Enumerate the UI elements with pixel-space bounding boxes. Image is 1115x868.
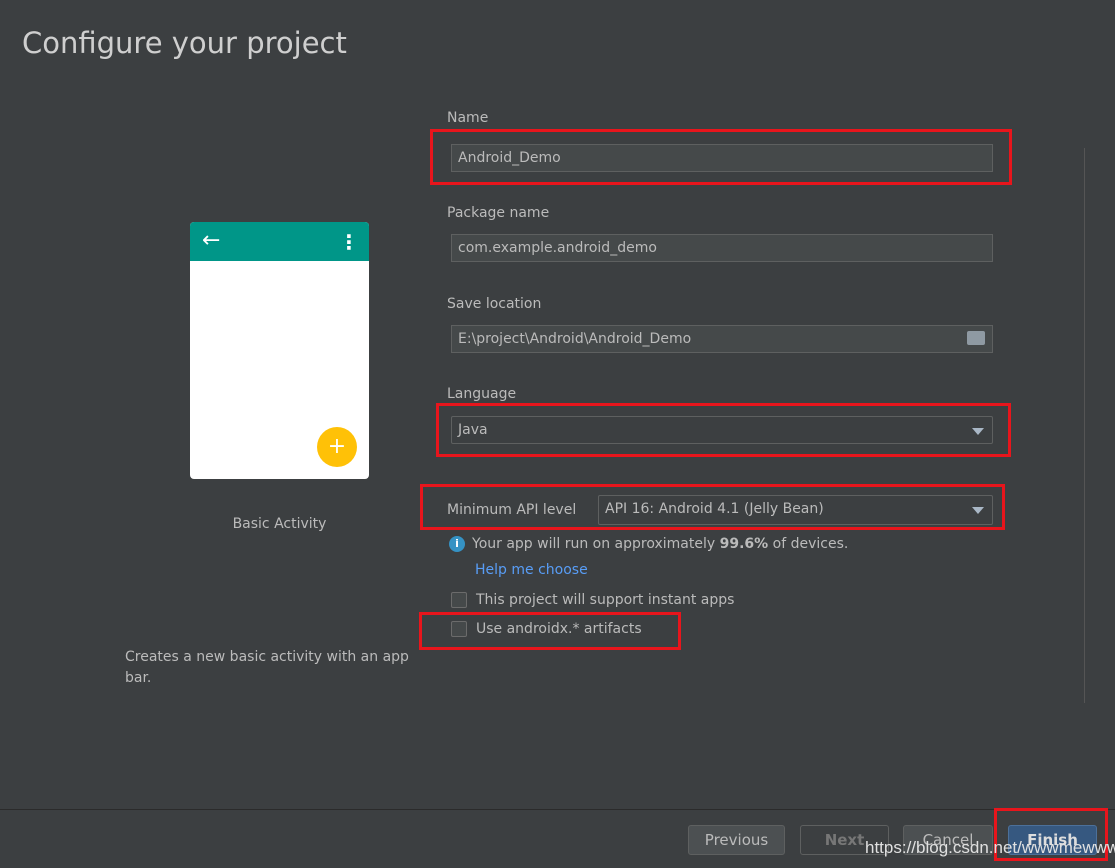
annotation-box bbox=[419, 612, 681, 650]
back-arrow-icon: ← bbox=[202, 228, 221, 253]
annotation-box bbox=[420, 484, 1005, 530]
overflow-menu-icon: ⋮ bbox=[339, 230, 359, 254]
scrollbar[interactable] bbox=[1084, 148, 1085, 703]
language-label: Language bbox=[447, 386, 517, 402]
info-prefix: Your app will run on approximately bbox=[472, 536, 720, 552]
instant-apps-label: This project will support instant apps bbox=[476, 592, 735, 608]
previous-button[interactable]: Previous bbox=[688, 825, 785, 855]
info-suffix: of devices. bbox=[768, 536, 849, 552]
divider bbox=[0, 809, 1115, 810]
template-name: Basic Activity bbox=[232, 516, 327, 532]
location-input[interactable]: E:\project\Android\Android_Demo bbox=[451, 325, 993, 353]
info-percent: 99.6% bbox=[719, 536, 769, 552]
app-bar: ← ⋮ bbox=[190, 222, 369, 261]
template-description: Creates a new basic activity with an app… bbox=[125, 649, 409, 686]
help-me-choose-link[interactable]: Help me choose bbox=[475, 562, 588, 578]
info-icon: i bbox=[449, 536, 465, 552]
device-coverage-text: Your app will run on approximately 99.6%… bbox=[472, 536, 848, 552]
package-label: Package name bbox=[447, 205, 550, 221]
watermark: https://blog.csdn.net/wwwmewww bbox=[865, 838, 1115, 857]
instant-apps-checkbox[interactable] bbox=[451, 592, 467, 608]
name-label: Name bbox=[447, 110, 489, 126]
folder-icon[interactable] bbox=[967, 331, 985, 345]
page-title: Configure your project bbox=[22, 26, 347, 60]
package-input[interactable]: com.example.android_demo bbox=[451, 234, 993, 262]
location-label: Save location bbox=[447, 296, 542, 312]
annotation-box bbox=[430, 129, 1012, 185]
annotation-box bbox=[436, 403, 1011, 457]
fab-plus-icon: + bbox=[317, 427, 357, 467]
